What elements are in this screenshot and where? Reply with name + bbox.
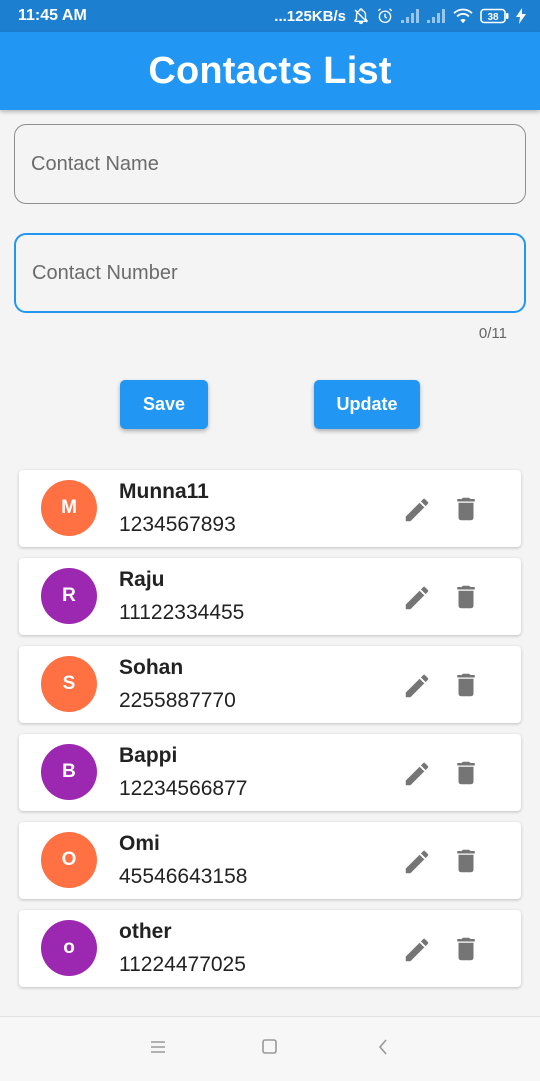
network-speed: ...125KB/s bbox=[274, 7, 346, 25]
update-button[interactable]: Update bbox=[314, 380, 420, 429]
contact-number: 2255887770 bbox=[119, 689, 236, 712]
status-time: 11:45 AM bbox=[18, 7, 87, 24]
avatar: M bbox=[41, 480, 97, 536]
pencil-icon[interactable] bbox=[402, 671, 432, 701]
contact-name-input[interactable] bbox=[14, 124, 526, 204]
contact-number: 11224477025 bbox=[119, 953, 246, 976]
status-icons: ...125KB/s 38 bbox=[274, 7, 526, 25]
app-bar: Contacts List bbox=[0, 32, 540, 110]
contact-card[interactable]: B Bappi 12234566877 bbox=[19, 734, 521, 811]
character-counter: 0/11 bbox=[478, 325, 507, 342]
trash-icon[interactable] bbox=[451, 582, 481, 612]
signal-icon-2 bbox=[427, 9, 445, 23]
contact-number: 12234566877 bbox=[119, 777, 248, 800]
pencil-icon[interactable] bbox=[402, 935, 432, 965]
avatar: S bbox=[41, 656, 97, 712]
trash-icon[interactable] bbox=[451, 758, 481, 788]
contact-name: Bappi bbox=[119, 744, 178, 767]
back-icon[interactable] bbox=[374, 1037, 392, 1057]
trash-icon[interactable] bbox=[451, 670, 481, 700]
contact-card[interactable]: O Omi 45546643158 bbox=[19, 822, 521, 899]
mute-bell-icon bbox=[354, 8, 368, 25]
avatar: B bbox=[41, 744, 97, 800]
trash-icon[interactable] bbox=[451, 934, 481, 964]
avatar: o bbox=[41, 920, 97, 976]
trash-icon[interactable] bbox=[451, 494, 481, 524]
contact-name: Omi bbox=[119, 832, 160, 855]
signal-icon bbox=[401, 9, 419, 23]
contact-number: 45546643158 bbox=[119, 865, 248, 888]
home-icon[interactable] bbox=[261, 1037, 279, 1057]
contact-list: M Munna11 1234567893 R Raju 11122334455 … bbox=[19, 470, 521, 998]
avatar: O bbox=[41, 832, 97, 888]
contact-number-input[interactable] bbox=[14, 233, 526, 313]
contact-card[interactable]: o other 11224477025 bbox=[19, 910, 521, 987]
pencil-icon[interactable] bbox=[402, 495, 432, 525]
contact-number: 1234567893 bbox=[119, 513, 236, 536]
contact-card[interactable]: S Sohan 2255887770 bbox=[19, 646, 521, 723]
avatar: R bbox=[41, 568, 97, 624]
system-nav-bar bbox=[0, 1016, 540, 1081]
battery-level: 38 bbox=[487, 12, 499, 23]
pencil-icon[interactable] bbox=[402, 759, 432, 789]
charging-icon bbox=[516, 8, 526, 24]
page-title: Contacts List bbox=[148, 49, 392, 92]
contact-number: 11122334455 bbox=[119, 601, 245, 624]
status-bar: 11:45 AM ...125KB/s 38 bbox=[0, 0, 540, 32]
alarm-icon bbox=[377, 8, 393, 24]
contact-name: Munna11 bbox=[119, 480, 209, 503]
contact-name: other bbox=[119, 920, 172, 943]
contact-name: Sohan bbox=[119, 656, 184, 679]
contact-card[interactable]: M Munna11 1234567893 bbox=[19, 470, 521, 547]
wifi-icon bbox=[453, 8, 473, 24]
pencil-icon[interactable] bbox=[402, 847, 432, 877]
contact-name: Raju bbox=[119, 568, 165, 591]
pencil-icon[interactable] bbox=[402, 583, 432, 613]
battery-icon: 38 bbox=[480, 8, 509, 24]
contact-card[interactable]: R Raju 11122334455 bbox=[19, 558, 521, 635]
menu-icon[interactable] bbox=[148, 1037, 168, 1057]
trash-icon[interactable] bbox=[451, 846, 481, 876]
save-button[interactable]: Save bbox=[120, 380, 208, 429]
